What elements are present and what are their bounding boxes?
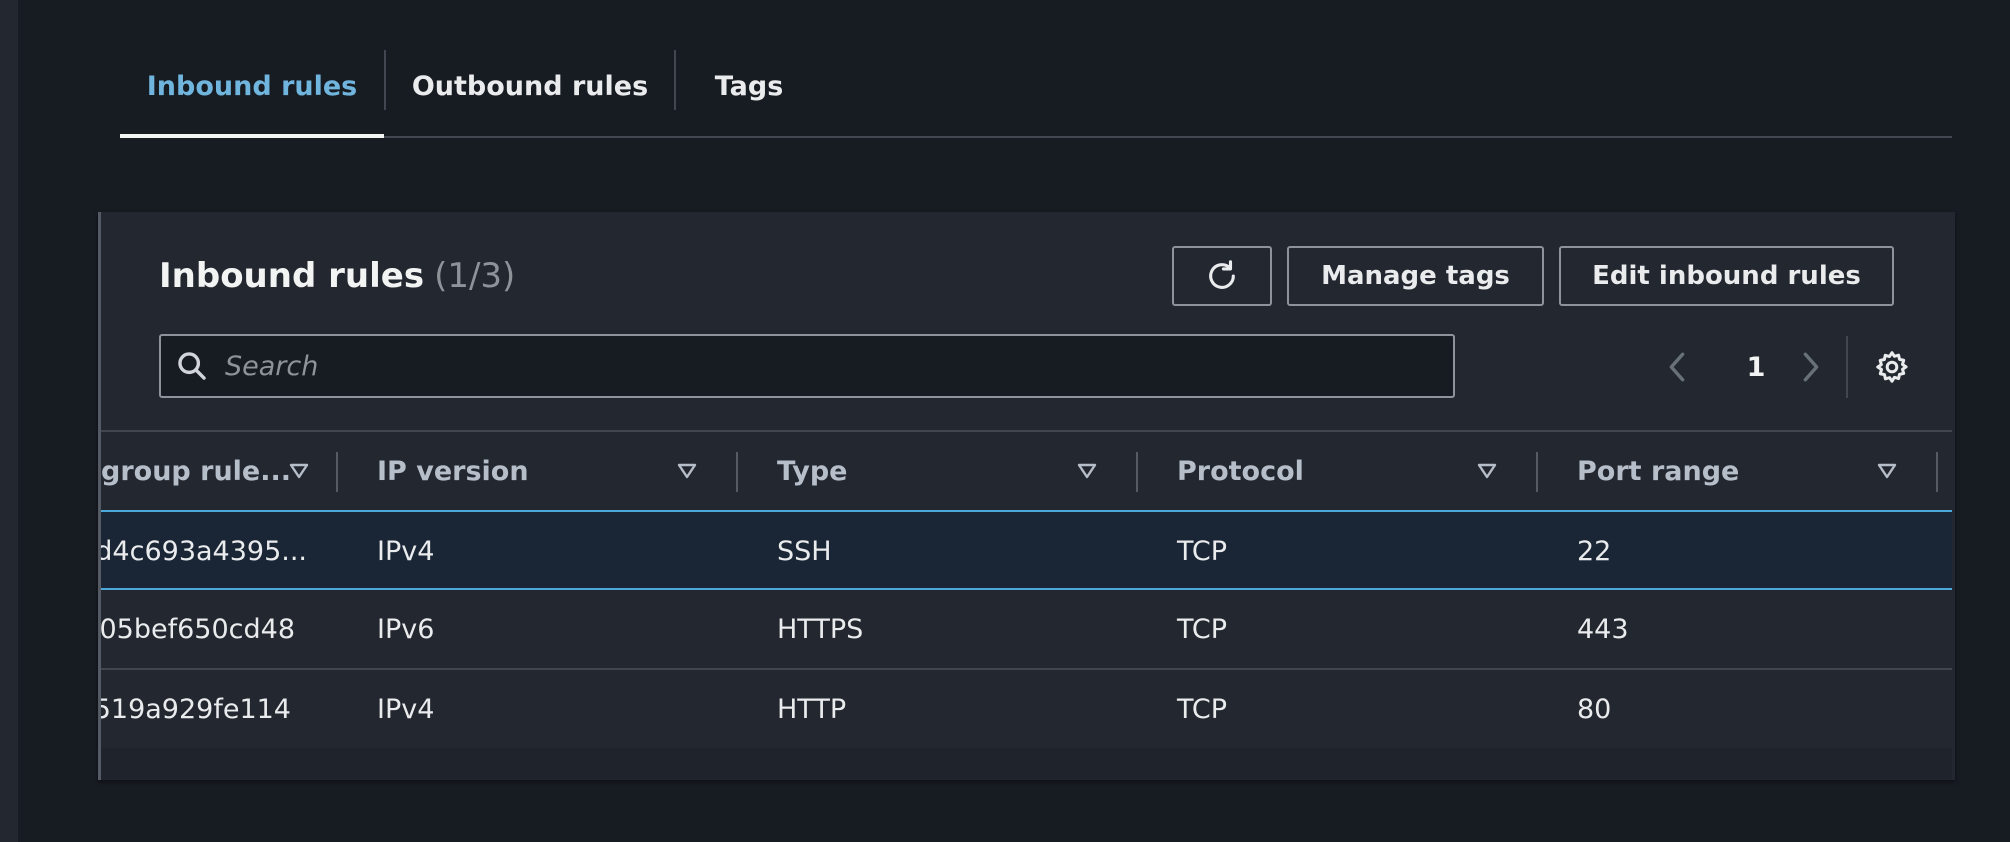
column-resizer[interactable] [1136,452,1138,492]
column-resizer[interactable] [336,452,338,492]
sort-icon [289,463,309,479]
column-header-protocol[interactable]: Protocol [1177,432,1507,510]
cell-type: HTTPS [777,613,864,645]
edit-inbound-rules-button[interactable]: Edit inbound rules [1559,246,1894,306]
security-group-details: Inbound rules Outbound rules Tags Inboun… [18,0,2010,842]
sort-icon [1877,463,1897,479]
table-header: group rule... IP version Type Protocol P… [101,430,1952,510]
preferences-button[interactable] [1869,344,1915,390]
column-header-rule-id[interactable]: group rule... [101,432,309,510]
column-label: Port range [1577,455,1740,487]
column-label: group rule... [101,455,292,487]
chevron-right-icon [1803,352,1819,382]
sort-icon [1077,463,1097,479]
horizontal-scrollbar[interactable] [101,748,1952,780]
table-row[interactable]: 519a929fe114 IPv4 HTTP TCP 80 [101,670,1952,750]
refresh-icon [1209,260,1235,289]
next-page-button[interactable] [1791,342,1831,392]
selection-count: (1/3) [434,256,516,296]
panel-title: Inbound rules (1/3) [159,256,515,296]
column-label: IP version [377,455,529,487]
search-field[interactable] [159,334,1455,398]
column-resizer[interactable] [1536,452,1538,492]
cell-type: HTTP [777,693,847,725]
cell-rule-id: 505bef650cd48 [101,613,295,645]
refresh-button[interactable] [1172,246,1272,306]
column-resizer[interactable] [736,452,738,492]
column-header-type[interactable]: Type [777,432,1107,510]
table-row[interactable]: d4c693a4395... IPv4 SSH TCP 22 [101,510,1952,590]
search-icon [178,352,206,380]
column-label: Type [777,455,848,487]
sort-icon [677,463,697,479]
column-header-port-range[interactable]: Port range [1577,432,1907,510]
cell-ip-version: IPv6 [377,613,435,645]
table-row[interactable]: 505bef650cd48 IPv6 HTTPS TCP 443 [101,590,1952,670]
cell-port-range: 22 [1577,535,1612,567]
cell-protocol: TCP [1177,535,1228,567]
chevron-left-icon [1669,352,1685,382]
cell-port-range: 443 [1577,613,1629,645]
manage-tags-button[interactable]: Manage tags [1287,246,1544,306]
cell-ip-version: IPv4 [377,693,435,725]
pagination-divider [1846,336,1848,398]
inbound-rules-panel: Inbound rules (1/3) Manage tags Edit inbo… [98,212,1955,780]
tab-tags[interactable]: Tags [676,36,822,136]
cell-protocol: TCP [1177,693,1228,725]
tab-bar: Inbound rules Outbound rules Tags [120,36,1952,138]
sort-icon [1477,463,1497,479]
column-resizer[interactable] [1936,452,1938,492]
page-number[interactable]: 1 [1741,342,1771,392]
gear-icon [1876,351,1908,383]
column-label: Protocol [1177,455,1304,487]
search-input[interactable] [223,349,1453,383]
cell-type: SSH [777,535,832,567]
cell-port-range: 80 [1577,693,1612,725]
panel-title-text: Inbound rules [159,256,425,296]
tab-inbound-rules[interactable]: Inbound rules [120,36,384,138]
inbound-rules-table: group rule... IP version Type Protocol P… [101,430,1952,750]
tab-outbound-rules[interactable]: Outbound rules [386,36,674,136]
cell-protocol: TCP [1177,613,1228,645]
previous-page-button[interactable] [1657,342,1697,392]
cell-rule-id: d4c693a4395... [101,535,307,567]
cell-ip-version: IPv4 [377,535,435,567]
left-edge-strip [0,0,20,842]
cell-rule-id: 519a929fe114 [101,693,291,725]
column-header-ip-version[interactable]: IP version [377,432,707,510]
